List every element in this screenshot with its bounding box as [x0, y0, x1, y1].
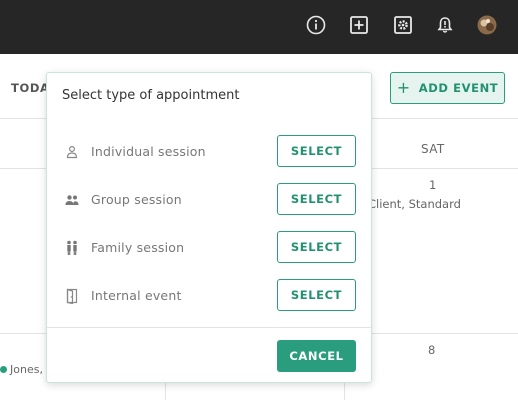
option-label: Individual session: [91, 144, 206, 159]
settings-icon[interactable]: [392, 14, 414, 36]
calendar-event[interactable]: Jones,: [0, 363, 43, 376]
popup-divider: [47, 327, 371, 328]
option-individual-session: Individual session SELECT: [47, 135, 373, 169]
day-header-sat: SAT: [421, 142, 445, 156]
select-family-session-button[interactable]: SELECT: [277, 231, 356, 263]
event-label: Jones,: [10, 363, 43, 376]
cancel-button[interactable]: CANCEL: [277, 340, 356, 372]
add-event-button[interactable]: + ADD EVENT: [390, 72, 505, 104]
option-label: Group session: [91, 192, 182, 207]
today-button[interactable]: TODA: [11, 81, 49, 95]
door-icon: [64, 288, 80, 304]
top-app-bar: [0, 0, 518, 54]
info-icon[interactable]: [305, 14, 327, 36]
popup-title: Select type of appointment: [62, 88, 240, 103]
option-label: Internal event: [91, 288, 182, 303]
notification-bell-icon[interactable]: [434, 14, 456, 36]
option-group-session: Group session SELECT: [47, 183, 373, 217]
option-internal-event: Internal event SELECT: [47, 279, 373, 313]
day-number: 1: [429, 178, 437, 192]
plus-icon: +: [396, 78, 411, 97]
add-box-icon[interactable]: [348, 14, 370, 36]
calendar-event[interactable]: Client, Standard: [368, 197, 461, 211]
select-internal-event-button[interactable]: SELECT: [277, 279, 356, 311]
calendar-column-divider: [165, 383, 166, 400]
appointment-type-popup: Select type of appointment Individual se…: [46, 72, 372, 383]
day-number: 8: [428, 343, 436, 357]
add-event-label: ADD EVENT: [418, 81, 499, 95]
person-icon: [64, 144, 80, 160]
option-family-session: Family session SELECT: [47, 231, 373, 265]
group-icon: [64, 192, 80, 208]
option-label: Family session: [91, 240, 185, 255]
family-icon: [64, 240, 80, 256]
select-individual-session-button[interactable]: SELECT: [277, 135, 356, 167]
event-dot-icon: [0, 366, 7, 373]
user-avatar[interactable]: [476, 14, 498, 36]
select-group-session-button[interactable]: SELECT: [277, 183, 356, 215]
